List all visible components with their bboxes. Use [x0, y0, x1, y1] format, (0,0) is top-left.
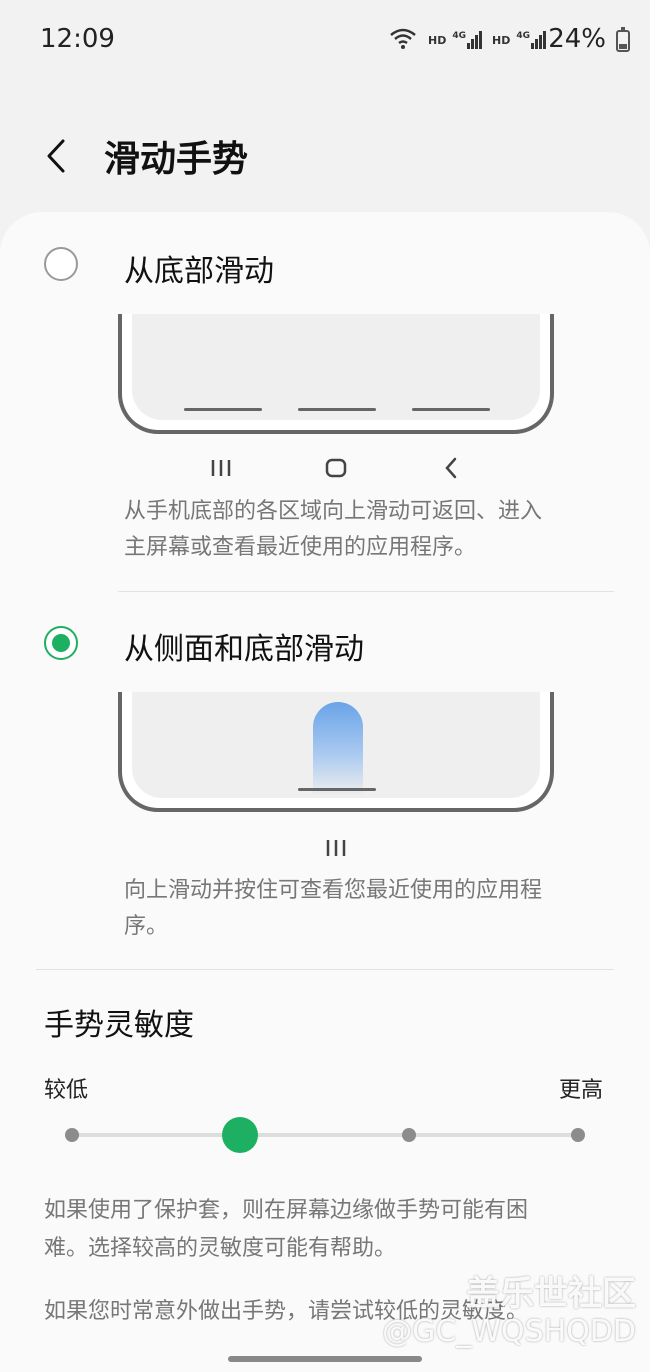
note-line: 难。选择较高的灵敏度可能有帮助。 [44, 1236, 397, 1261]
description-line: 从手机底部的各区域向上滑动可返回、进入 [124, 499, 543, 524]
battery-charging-icon [616, 27, 630, 52]
wifi-icon [388, 26, 418, 54]
illustration-side-gestures [118, 692, 554, 812]
divider [118, 591, 614, 592]
signal-icon-1: 4G [452, 31, 482, 49]
description-line: 向上滑动并按住可查看您最近使用的应用程 [124, 878, 543, 903]
hd-label-1: HD [428, 33, 447, 47]
slider-step-4[interactable] [571, 1128, 585, 1142]
radio-swipe-from-sides-and-bottom[interactable] [44, 626, 78, 660]
option-label-swipe-from-sides-and-bottom[interactable]: 从侧面和底部滑动 [124, 624, 364, 668]
screen: 12:09 HD 4G HD 4G 24% 滑动手势 从底部滑动 从手机底部的各… [0, 0, 650, 1372]
network-type-1: 4G [452, 31, 466, 41]
battery-percent: 24% [548, 24, 606, 54]
illustration-bottom-gestures [118, 314, 554, 434]
signal-icon-2: 4G [516, 31, 546, 49]
page-title: 滑动手势 [104, 139, 249, 180]
divider [36, 969, 614, 970]
option-description-swipe-from-bottom: 从手机底部的各区域向上滑动可返回、进入 主屏幕或查看最近使用的应用程序。 [124, 494, 604, 566]
back-button[interactable] [32, 128, 80, 184]
gesture-line-right [412, 408, 490, 411]
swipe-up-gesture-graphic [313, 702, 363, 796]
radio-swipe-from-bottom[interactable] [44, 247, 78, 281]
illustration-screen [132, 314, 540, 420]
home-icon [321, 453, 351, 483]
description-line: 序。 [124, 914, 169, 939]
gesture-line-center [298, 788, 376, 791]
home-indicator[interactable] [228, 1356, 422, 1362]
watermark-username: @GC_WQSHQDD [382, 1314, 636, 1349]
hd-label-2: HD [492, 33, 511, 47]
gesture-line-left [184, 408, 262, 411]
slider-step-3[interactable] [402, 1128, 416, 1142]
option-label-swipe-from-bottom[interactable]: 从底部滑动 [124, 246, 274, 290]
recents-icon [321, 833, 351, 863]
sensitivity-high-label: 更高 [559, 1078, 604, 1103]
note-line: 如果使用了保护套，则在屏幕边缘做手势可能有困 [44, 1198, 529, 1223]
network-type-2: 4G [516, 31, 530, 41]
sensitivity-title: 手势灵敏度 [44, 1008, 194, 1043]
watermark-community: 盖乐世社区 [466, 1274, 636, 1314]
chevron-left-icon [47, 139, 65, 173]
back-icon [436, 453, 466, 483]
gesture-line-center [298, 408, 376, 411]
sensitivity-slider-track[interactable] [72, 1133, 578, 1137]
recents-icon [206, 453, 236, 483]
sensitivity-low-label: 较低 [44, 1078, 89, 1103]
status-time: 12:09 [40, 24, 115, 54]
status-bar: 12:09 HD 4G HD 4G 24% [0, 0, 650, 84]
status-icons: HD 4G HD 4G [388, 26, 546, 54]
sensitivity-note: 如果使用了保护套，则在屏幕边缘做手势可能有困 难。选择较高的灵敏度可能有帮助。 [44, 1192, 614, 1268]
description-line: 主屏幕或查看最近使用的应用程序。 [124, 535, 477, 560]
option-description-swipe-from-sides: 向上滑动并按住可查看您最近使用的应用程 序。 [124, 873, 604, 945]
sensitivity-slider-thumb[interactable] [222, 1117, 258, 1153]
slider-step-1[interactable] [65, 1128, 79, 1142]
